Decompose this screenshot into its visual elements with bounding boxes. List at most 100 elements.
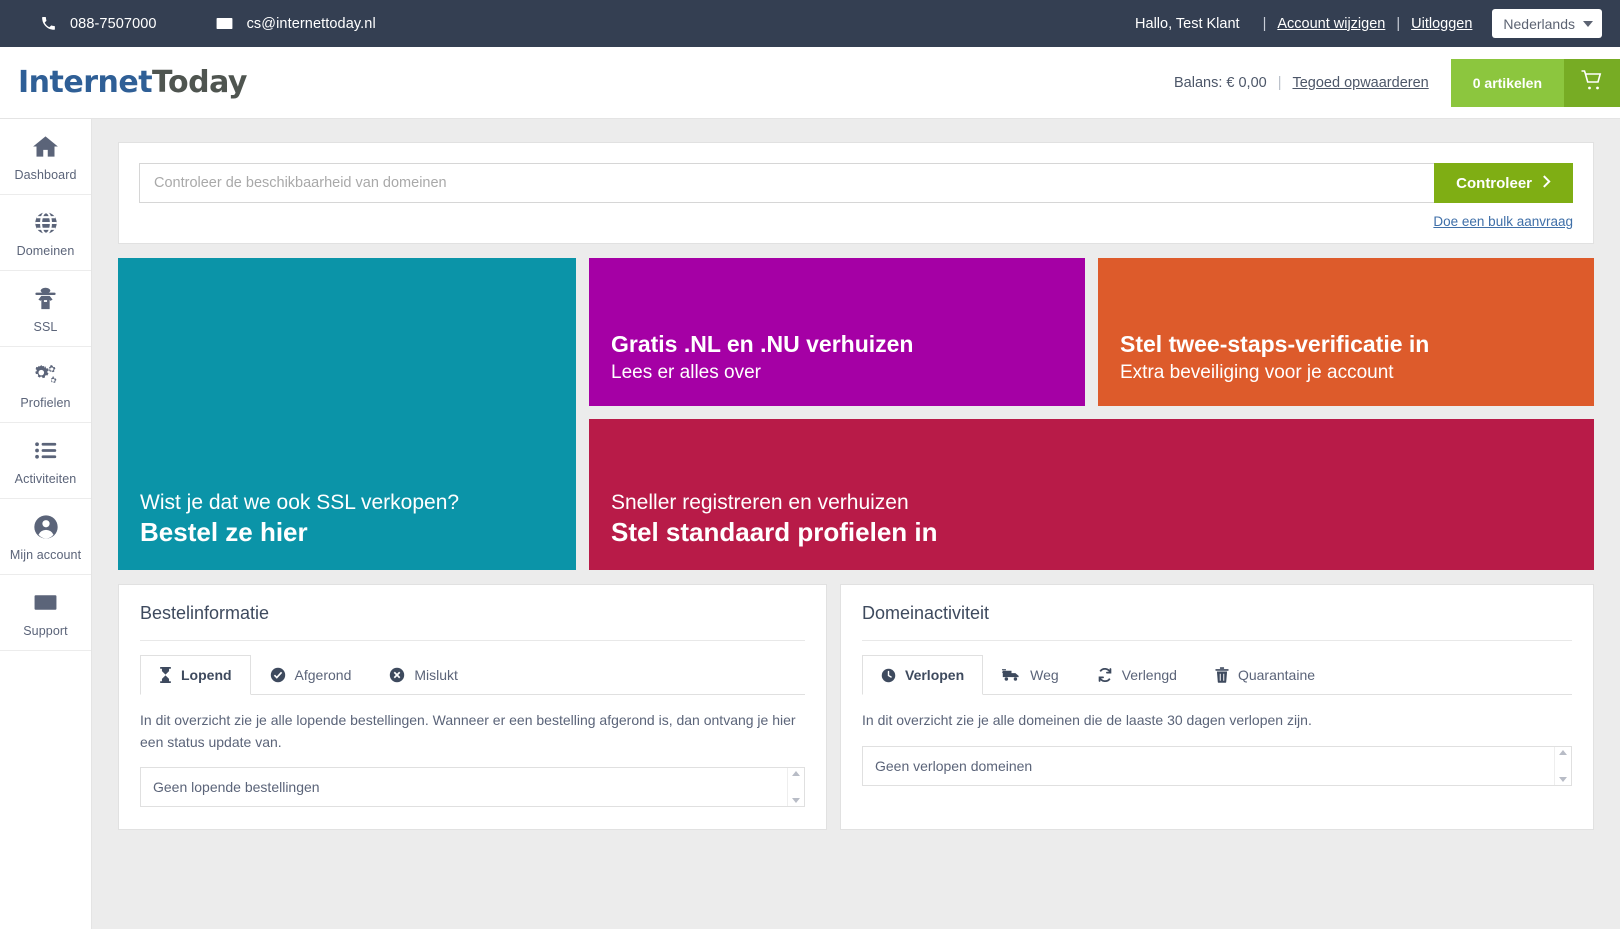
promo-tile-subtitle: Lees er alles over — [611, 362, 761, 384]
panel-description: In dit overzicht zie je alle lopende bes… — [140, 712, 796, 750]
sidebar-item-support[interactable]: Support — [0, 575, 91, 651]
order-information-panel: Bestelinformatie Lopend Afgerond Mislukt… — [118, 584, 827, 831]
search-input[interactable] — [139, 163, 1435, 203]
sidebar-item-label: SSL — [33, 319, 58, 334]
email-contact: cs@internettoday.nl — [215, 14, 376, 34]
sidebar-item-label: Domeinen — [16, 243, 75, 258]
trash-icon — [1215, 667, 1229, 683]
scroll-down-icon[interactable] — [792, 798, 800, 804]
phone-icon — [38, 14, 58, 34]
sidebar-item-activiteiten[interactable]: Activiteiten — [0, 423, 91, 499]
scroll-up-icon[interactable] — [792, 771, 800, 777]
truck-icon — [1002, 668, 1021, 683]
site-logo[interactable]: InternetToday — [18, 65, 247, 100]
list-icon — [32, 436, 60, 466]
orders-scrollbar[interactable] — [787, 768, 804, 807]
bulk-request-link[interactable]: Doe een bulk aanvraag — [1433, 214, 1573, 229]
page-layout: Dashboard Domeinen SSL Profielen Activit… — [0, 119, 1620, 929]
user-secret-icon — [32, 284, 59, 314]
promo-tile-subtitle: Extra beveiliging voor je account — [1120, 362, 1394, 384]
language-label: Nederlands — [1503, 15, 1575, 32]
separator: | — [1396, 15, 1401, 32]
domain-tabs: Verlopen Weg Verlengd Quarantaine — [862, 655, 1572, 695]
promo-tile-text: Wist je dat we ook SSL verkopen? Bestel … — [140, 489, 459, 550]
tab-verlengd[interactable]: Verlengd — [1077, 655, 1196, 695]
promo-tile-ssl[interactable]: Wist je dat we ook SSL verkopen? Bestel … — [118, 258, 576, 570]
tab-label: Lopend — [181, 667, 232, 683]
panel-title: Domeinactiviteit — [862, 603, 1572, 641]
top-utility-bar: 088-7507000 cs@internettoday.nl Hallo, T… — [0, 0, 1620, 47]
promo-tile-text: Sneller registreren en verhuizen Stel st… — [611, 489, 938, 550]
home-icon — [31, 132, 60, 162]
domain-search-row: Controleer — [139, 163, 1573, 203]
tab-label: Quarantaine — [1237, 667, 1316, 683]
tab-label: Mislukt — [414, 667, 458, 683]
balance-label: Balans: € 0,00 — [1173, 74, 1267, 91]
separator: | — [1277, 74, 1282, 91]
cart-area: 0 artikelen — [1450, 58, 1620, 107]
hourglass-icon — [159, 667, 172, 683]
promo-tile-transfer[interactable]: Gratis .NL en .NU verhuizen Lees er alle… — [589, 258, 1085, 406]
tab-label: Verlopen — [905, 667, 965, 683]
dashboard-panels: Bestelinformatie Lopend Afgerond Mislukt… — [118, 584, 1594, 831]
clock-icon — [881, 668, 896, 683]
phone-number: 088-7507000 — [70, 15, 157, 32]
sidebar-item-dashboard[interactable]: Dashboard — [0, 119, 91, 195]
promo-tile-two-factor[interactable]: Stel twee-staps-verificatie in Extra bev… — [1098, 258, 1594, 406]
search-submit-button[interactable]: Controleer — [1434, 163, 1573, 203]
promo-tile-profiles[interactable]: Sneller registreren en verhuizen Stel st… — [589, 419, 1594, 570]
sidebar-item-domeinen[interactable]: Domeinen — [0, 195, 91, 271]
tab-afgerond[interactable]: Afgerond — [250, 655, 371, 695]
promo-tiles-right: Gratis .NL en .NU verhuizen Lees er alle… — [589, 258, 1594, 570]
domains-scrollbar[interactable] — [1554, 746, 1571, 785]
topup-credit-link[interactable]: Tegoed opwaarderen — [1292, 75, 1428, 91]
envelope-icon — [215, 14, 235, 34]
bulk-request-row: Doe een bulk aanvraag — [139, 213, 1573, 231]
domains-listbox[interactable]: Geen verlopen domeinen — [862, 745, 1572, 786]
check-circle-icon — [270, 667, 286, 683]
main-content: Controleer Doe een bulk aanvraag Wist je… — [92, 119, 1620, 929]
orders-empty-text: Geen lopende bestellingen — [153, 779, 320, 796]
tab-verlopen[interactable]: Verlopen — [862, 655, 984, 695]
domain-activity-panel: Domeinactiviteit Verlopen Weg Verlengd Q… — [840, 584, 1594, 831]
scroll-down-icon[interactable] — [1559, 776, 1567, 782]
promo-tile-text: Stel twee-staps-verificatie in Extra bev… — [1120, 329, 1429, 386]
promo-tile-text: Gratis .NL en .NU verhuizen Lees er alle… — [611, 329, 913, 386]
account-settings-link[interactable]: Account wijzigen — [1277, 16, 1385, 32]
cart-item-count[interactable]: 0 artikelen — [1450, 58, 1564, 107]
tab-label: Weg — [1030, 667, 1059, 683]
sidebar-item-mijn-account[interactable]: Mijn account — [0, 499, 91, 575]
account-links: Hallo, Test Klant | Account wijzigen | U… — [1135, 9, 1602, 38]
language-selector[interactable]: Nederlands — [1492, 9, 1602, 38]
tab-label: Verlengd — [1121, 667, 1177, 683]
promo-tile-title: Gratis .NL en .NU verhuizen — [611, 331, 914, 358]
sidebar-item-label: Profielen — [20, 395, 71, 410]
balance-area: Balans: € 0,00 | Tegoed opwaarderen — [1174, 75, 1429, 91]
separator: | — [1262, 15, 1267, 32]
tab-lopend[interactable]: Lopend — [140, 655, 251, 695]
tab-mislukt[interactable]: Mislukt — [370, 655, 477, 695]
cart-button[interactable] — [1564, 58, 1620, 107]
search-button-label: Controleer — [1456, 174, 1532, 192]
sidebar-item-label: Dashboard — [14, 167, 77, 182]
email-address: cs@internettoday.nl — [246, 15, 376, 32]
gears-icon — [31, 360, 61, 390]
domain-search-card: Controleer Doe een bulk aanvraag — [118, 142, 1594, 244]
sidebar-navigation: Dashboard Domeinen SSL Profielen Activit… — [0, 119, 92, 929]
shopping-cart-icon — [1579, 68, 1605, 97]
sidebar-item-profielen[interactable]: Profielen — [0, 347, 91, 423]
promo-tile-title: Bestel ze hier — [140, 517, 308, 548]
tab-quarantaine[interactable]: Quarantaine — [1195, 655, 1335, 695]
promo-tiles-top-row: Gratis .NL en .NU verhuizen Lees er alle… — [589, 258, 1594, 406]
panel-description: In dit overzicht zie je alle domeinen di… — [862, 712, 1312, 728]
times-circle-icon — [389, 667, 405, 683]
user-circle-icon — [32, 512, 60, 542]
logout-link[interactable]: Uitloggen — [1411, 16, 1472, 32]
orders-listbox[interactable]: Geen lopende bestellingen — [140, 767, 805, 808]
phone-contact: 088-7507000 — [38, 14, 157, 34]
greeting-text: Hallo, Test Klant — [1135, 15, 1240, 32]
sidebar-item-ssl[interactable]: SSL — [0, 271, 91, 347]
scroll-up-icon[interactable] — [1559, 749, 1567, 755]
tab-weg[interactable]: Weg — [983, 655, 1078, 695]
promo-tile-title: Stel standaard profielen in — [611, 517, 938, 548]
